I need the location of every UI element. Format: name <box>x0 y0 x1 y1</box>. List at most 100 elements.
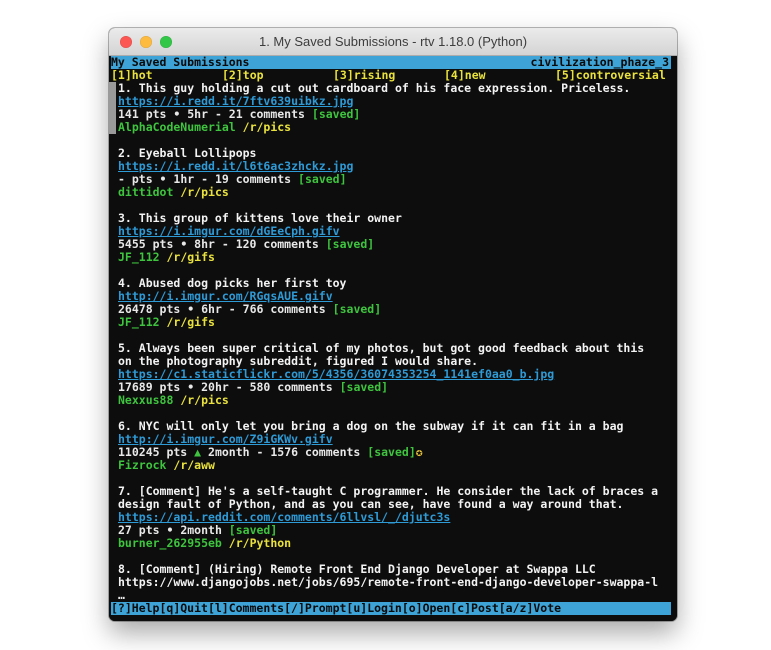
submission-url[interactable]: https://i.redd.it/7ftv639uibkz.jpg <box>118 95 353 108</box>
byline: JF_112 /r/gifs <box>118 251 677 264</box>
footer-shortcut[interactable]: [c]Post <box>450 602 498 615</box>
submission-title: design fault of Python, and as you can s… <box>118 498 677 511</box>
tab-top[interactable]: [2]top <box>222 69 333 82</box>
gilded-icon: ✪ <box>416 446 423 459</box>
submission-stats: - pts • 1hr - 19 comments [saved] <box>118 173 677 186</box>
submission-stats: 27 pts • 2month [saved] <box>118 524 677 537</box>
saved-badge: [saved] <box>312 108 360 121</box>
submission-title: https://www.djangojobs.net/jobs/695/remo… <box>118 576 677 589</box>
footer-shortcut[interactable]: [/]Prompt <box>284 602 346 615</box>
age-comments-text: 2month <box>173 524 228 537</box>
window-titlebar[interactable]: 1. My Saved Submissions - rtv 1.18.0 (Py… <box>109 28 677 56</box>
submission-item[interactable]: 2. Eyeball Lollipopshttps://i.redd.it/l6… <box>111 147 677 199</box>
submission-item[interactable]: 5. Always been super critical of my phot… <box>111 342 677 407</box>
submission-stats: 17689 pts • 20hr - 580 comments [saved] <box>118 381 677 394</box>
footer-shortcut[interactable]: [u]Login <box>346 602 401 615</box>
tab-hot[interactable]: [1]hot <box>111 69 222 82</box>
submission-url[interactable]: https://c1.staticflickr.com/5/4356/36074… <box>118 368 554 381</box>
url-line: https://i.redd.it/7ftv639uibkz.jpg <box>118 95 677 108</box>
subreddit-name: /r/pics <box>180 186 228 199</box>
author-name: dittidot <box>118 186 173 199</box>
submission-url[interactable]: http://i.imgur.com/Z9iGKWv.gifv <box>118 433 333 446</box>
submission-stats: 110245 pts ▲ 2month - 1576 comments [sav… <box>118 446 677 459</box>
url-line: https://i.redd.it/l6t6ac3zhckz.jpg <box>118 160 677 173</box>
author-name: AlphaCodeNumerial <box>118 121 236 134</box>
submission-title: 7. [Comment] He's a self-taught C progra… <box>118 485 677 498</box>
subreddit-name: /r/Python <box>229 537 291 550</box>
submission-item[interactable]: 3. This group of kittens love their owne… <box>111 212 677 264</box>
footer-shortcut[interactable]: [?]Help <box>111 602 159 615</box>
window-title: 1. My Saved Submissions - rtv 1.18.0 (Py… <box>259 34 527 49</box>
saved-badge: [saved] <box>229 524 277 537</box>
author-name: Fizrock <box>118 459 166 472</box>
saved-badge: [saved] <box>340 381 388 394</box>
submission-url[interactable]: http://i.imgur.com/RGqsAUE.gifv <box>118 290 333 303</box>
byline: JF_112 /r/gifs <box>118 316 677 329</box>
sort-tabs: [1]hot [2]top [3]rising [4]new [5]contro… <box>111 69 677 82</box>
age-comments-text: 2month - 1576 comments <box>201 446 367 459</box>
tab-rising[interactable]: [3]rising <box>333 69 444 82</box>
submission-url[interactable]: https://api.reddit.com/comments/6llvsl/_… <box>118 511 450 524</box>
submission-title: on the photography subreddit, figured I … <box>118 355 677 368</box>
age-comments-text: 5hr - 21 comments <box>180 108 312 121</box>
app-window: 1. My Saved Submissions - rtv 1.18.0 (Py… <box>109 28 677 621</box>
submission-stats: 26478 pts • 6hr - 766 comments [saved] <box>118 303 677 316</box>
score-text: - pts <box>118 173 160 186</box>
url-line: https://c1.staticflickr.com/5/4356/36074… <box>118 368 677 381</box>
selection-cursor <box>109 82 116 134</box>
subreddit-name: /r/pics <box>180 394 228 407</box>
footer-shortcut[interactable]: [q]Quit <box>159 602 207 615</box>
submission-stats: 141 pts • 5hr - 21 comments [saved] <box>118 108 677 121</box>
submission-title: 8. [Comment] (Hiring) Remote Front End D… <box>118 563 677 576</box>
byline: dittidot /r/pics <box>118 186 677 199</box>
submission-item[interactable]: 6. NYC will only let you bring a dog on … <box>111 420 677 472</box>
tab-new[interactable]: [4]new <box>444 69 555 82</box>
byline: burner_262955eb /r/Python <box>118 537 677 550</box>
saved-badge: [saved] <box>367 446 415 459</box>
byline: Nexxus88 /r/pics <box>118 394 677 407</box>
age-comments-text: 20hr - 580 comments <box>194 381 339 394</box>
footer-shortcut[interactable]: [l]Comments <box>208 602 284 615</box>
byline: AlphaCodeNumerial /r/pics <box>118 121 677 134</box>
zoom-button[interactable] <box>160 36 172 48</box>
submission-item[interactable]: 7. [Comment] He's a self-taught C progra… <box>111 485 677 550</box>
subreddit-name: /r/gifs <box>166 316 214 329</box>
byline: Fizrock /r/aww <box>118 459 677 472</box>
submission-title: 3. This group of kittens love their owne… <box>118 212 677 225</box>
score-text: 26478 pts <box>118 303 187 316</box>
subreddit-name: /r/gifs <box>166 251 214 264</box>
truncation-ellipsis: … <box>118 589 677 602</box>
author-name: burner_262955eb <box>118 537 222 550</box>
score-text: 141 pts <box>118 108 173 121</box>
submission-title: 1. This guy holding a cut out cardboard … <box>118 82 677 95</box>
shortcut-footer-bar: [?]Help [q]Quit [l]Comments [/]Prompt [u… <box>111 602 671 615</box>
url-line: https://i.imgur.com/dGEeCph.gifv <box>118 225 677 238</box>
submission-title: 5. Always been super critical of my phot… <box>118 342 677 355</box>
author-name: Nexxus88 <box>118 394 173 407</box>
saved-badge: [saved] <box>326 238 374 251</box>
terminal-screen: My Saved Submissions civilization_phaze_… <box>109 56 677 621</box>
url-line: https://api.reddit.com/comments/6llvsl/_… <box>118 511 677 524</box>
submission-list: 1. This guy holding a cut out cardboard … <box>111 82 677 602</box>
tab-controversial[interactable]: [5]controversial <box>555 69 677 82</box>
traffic-lights <box>120 28 172 55</box>
footer-shortcut[interactable]: [a/z]Vote <box>499 602 561 615</box>
saved-badge: [saved] <box>333 303 381 316</box>
subreddit-name: /r/pics <box>243 121 291 134</box>
submission-url[interactable]: https://i.imgur.com/dGEeCph.gifv <box>118 225 340 238</box>
age-comments-text: 1hr - 19 comments <box>166 173 298 186</box>
submission-item[interactable]: 1. This guy holding a cut out cardboard … <box>111 82 677 134</box>
submission-title: 6. NYC will only let you bring a dog on … <box>118 420 677 433</box>
minimize-button[interactable] <box>140 36 152 48</box>
close-button[interactable] <box>120 36 132 48</box>
submission-item[interactable]: 4. Abused dog picks her first toyhttp://… <box>111 277 677 329</box>
url-line: http://i.imgur.com/Z9iGKWv.gifv <box>118 433 677 446</box>
score-text: 110245 pts <box>118 446 194 459</box>
author-name: JF_112 <box>118 251 160 264</box>
submission-url[interactable]: https://i.redd.it/l6t6ac3zhckz.jpg <box>118 160 353 173</box>
author-name: JF_112 <box>118 316 160 329</box>
submission-stats: 5455 pts • 8hr - 120 comments [saved] <box>118 238 677 251</box>
submission-item[interactable]: 8. [Comment] (Hiring) Remote Front End D… <box>111 563 677 602</box>
score-text: 5455 pts <box>118 238 180 251</box>
footer-shortcut[interactable]: [o]Open <box>402 602 450 615</box>
